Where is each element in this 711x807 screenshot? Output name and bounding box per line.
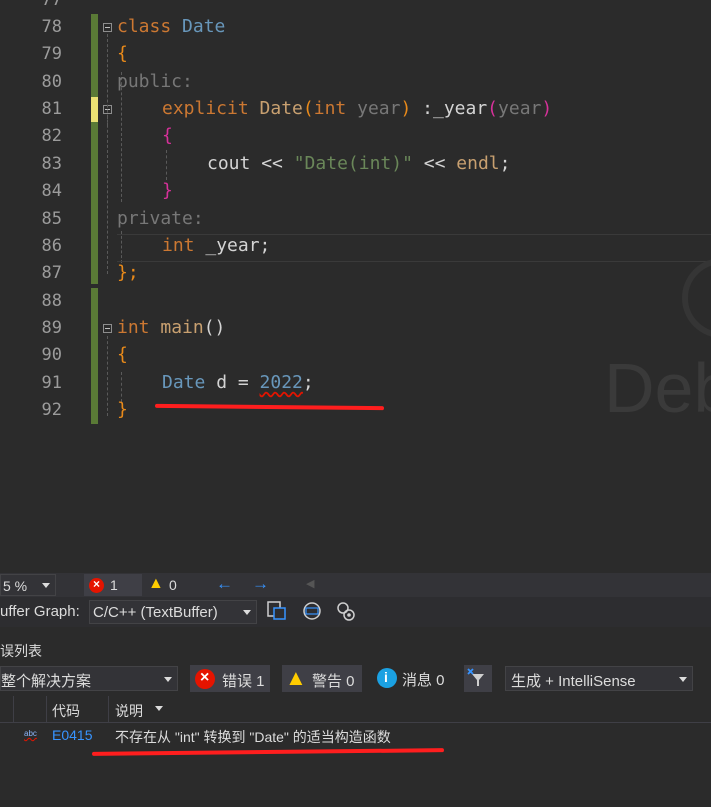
change-indicator [91,14,98,97]
code-line-89: int main() [117,317,226,338]
line-number: 90 [41,345,62,365]
fold-guide [107,34,108,274]
error-description: 不存在从 "int" 转换到 "Date" 的适当构造函数 [115,729,391,745]
buffer-select[interactable]: C/C++ (TextBuffer) [89,600,257,624]
code-line-86: int _year; [162,235,271,256]
scroll-left-icon[interactable]: ◀ [306,577,314,590]
panel-title: 误列表 [0,643,42,659]
line-number: 86 [41,236,62,256]
error-squiggle-token: 2022 [259,372,303,393]
chevron-down-icon [164,676,172,682]
column-header-icon[interactable] [0,696,14,722]
code-line-91: Date d = 2022; [162,372,314,393]
scope-dropdown[interactable]: 整个解决方案 [0,666,178,691]
watermark-logo [682,258,711,338]
line-number: 87 [41,263,62,283]
buffer-graph-toolbar: uffer Graph: C/C++ (TextBuffer) [0,597,711,627]
build-intellisense-dropdown[interactable]: 生成 + IntelliSense [505,666,693,691]
watermark: Deb [604,349,711,427]
error-count-button[interactable]: × 1 [84,574,142,596]
column-header-description[interactable]: 说明 [115,701,143,721]
error-icon: × [195,669,215,689]
warning-icon: ▲ [285,665,307,690]
code-line-90: { [117,344,128,365]
line-number: 82 [41,126,62,146]
line-number: 80 [41,72,62,92]
fold-guide [107,336,108,416]
line-number: 77 [41,0,62,10]
line-number: 84 [41,181,62,201]
indent-guide [166,150,167,180]
line-number: 85 [41,209,62,229]
chevron-down-icon [679,676,687,682]
line-number: 83 [41,154,62,174]
intellisense-error-icon: abc [24,729,37,738]
collapse-icon[interactable] [103,324,112,333]
editor-status-bar: 5 % × 1 ▲ 0 ← → ◀ [0,573,711,597]
column-header-code[interactable]: 代码 [52,701,80,721]
graph-settings-icon[interactable] [334,600,358,622]
chevron-down-icon [243,610,251,615]
annotation-underline [91,748,445,756]
code-line-79: { [117,43,128,64]
table-row[interactable]: abc E0415 不存在从 "int" 转换到 "Date" 的适当构造函数 [0,723,711,749]
collapse-icon[interactable] [103,23,112,32]
code-line-81: explicit Date(int year) :_year(year) [162,98,553,119]
code-editor[interactable]: 77 78 79 80 81 82 83 84 85 86 87 88 89 9… [0,0,711,573]
annotation-underline [154,403,385,411]
code-line-92: } [117,399,128,420]
buffer-view-icon[interactable] [265,600,287,622]
info-icon: i [377,668,397,688]
line-number: 88 [41,291,62,311]
error-code-link[interactable]: E0415 [52,727,92,743]
code-line-80: public: [117,71,193,92]
warning-count-button[interactable]: ▲ 0 [148,574,188,596]
line-number: 89 [41,318,62,338]
clear-filter-button[interactable] [464,665,492,692]
filter-clear-icon [467,668,484,686]
arrow-right-icon[interactable]: → [252,574,269,594]
change-indicator [91,288,98,424]
messages-filter-button[interactable]: i 消息 0 [374,665,454,692]
graph-view-icon[interactable] [300,600,324,622]
warning-icon: ▲ [148,575,164,592]
column-divider [108,696,109,722]
chevron-down-icon [42,583,50,588]
arrow-left-icon[interactable]: ← [216,574,233,594]
error-list-filter-bar: 整个解决方案 × 错误 1 ▲ 警告 0 i 消息 0 生成 + Intelli… [0,662,711,694]
line-number: 79 [41,44,62,64]
line-number: 78 [41,17,62,37]
error-list-header: 误列表 [0,637,711,661]
warnings-filter-button[interactable]: ▲ 警告 0 [282,665,362,692]
code-line-78: class Date [117,16,226,37]
error-icon: × [89,577,104,593]
indent-guide [121,372,122,402]
code-line-83: cout << "Date(int)" << endl; [207,153,511,174]
zoom-dropdown[interactable]: 5 % [0,574,56,596]
code-line-87: }; [117,262,139,283]
buffer-graph-label: uffer Graph: [0,603,80,620]
code-line-82: { [162,125,173,146]
sort-chevron-icon[interactable] [155,706,163,711]
errors-filter-button[interactable]: × 错误 1 [190,665,270,692]
error-list-column-header: 代码 说明 [0,696,711,723]
line-number: 81 [41,99,62,119]
column-divider [46,696,47,722]
line-number: 91 [41,373,62,393]
line-number: 92 [41,400,62,420]
fold-guide [107,116,108,126]
code-line-84: } [162,180,173,201]
change-indicator-modified [91,97,98,122]
code-line-85: private: [117,208,204,229]
change-indicator [91,122,98,284]
